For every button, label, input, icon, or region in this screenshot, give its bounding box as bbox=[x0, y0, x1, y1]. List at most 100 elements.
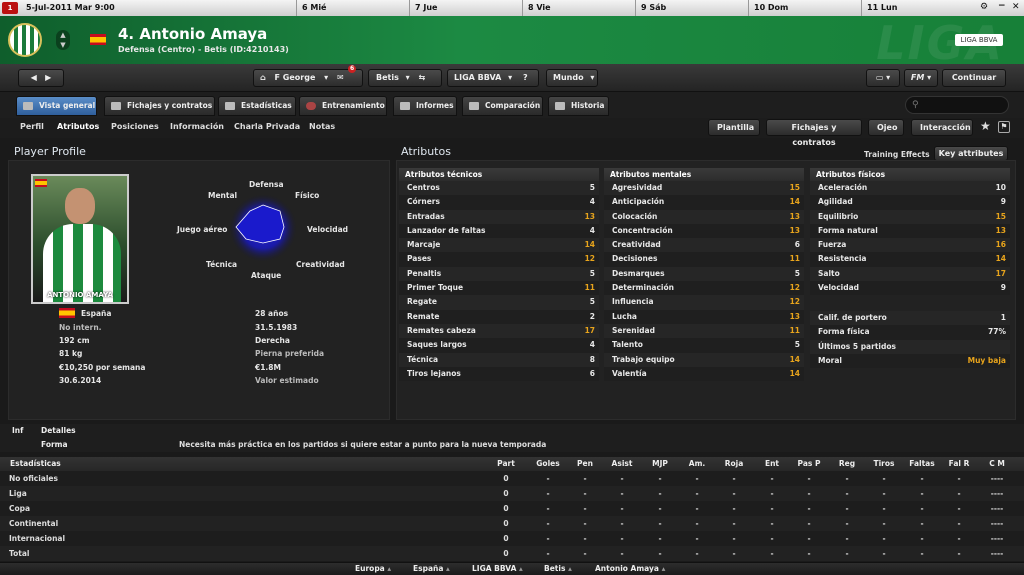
table-row[interactable]: Internacional 0- - - - - - - - - - - - ---- bbox=[0, 531, 1024, 546]
day-3[interactable]: 8 Vie bbox=[528, 3, 551, 12]
back-forward-buttons[interactable]: ◀ ▶ bbox=[18, 69, 64, 87]
breadcrumb-europe[interactable]: Europa ▴ bbox=[355, 564, 391, 573]
subtab-notes[interactable]: Notas bbox=[309, 122, 335, 131]
breadcrumb-spain[interactable]: España ▴ bbox=[413, 564, 450, 573]
attribute-row[interactable]: Centros 5 bbox=[399, 181, 599, 196]
stats-column-header[interactable]: Part bbox=[488, 459, 524, 468]
tab-overview[interactable]: Vista general bbox=[16, 96, 97, 116]
league-button[interactable]: LIGA BBVA ▾ ? bbox=[447, 69, 539, 87]
close-icon[interactable]: ✕ bbox=[1012, 2, 1020, 12]
fm-menu-button[interactable]: FM ▾ bbox=[904, 69, 938, 87]
manager-button[interactable]: ⌂ F George ▾ ✉ 6 bbox=[253, 65, 363, 87]
league-logo[interactable]: LIGA BBVA bbox=[955, 34, 1003, 46]
attribute-row[interactable]: Primer Toque 11 bbox=[399, 281, 599, 296]
attribute-row[interactable]: Lucha 13 bbox=[604, 309, 804, 324]
subtab-information[interactable]: Información bbox=[170, 122, 224, 131]
table-row[interactable]: Continental 0- - - - - - - - - - - - ---- bbox=[0, 516, 1024, 531]
continue-button[interactable]: Continuar bbox=[942, 69, 1006, 87]
table-row[interactable]: Copa 0- - - - - - - - - - - - ---- bbox=[0, 501, 1024, 516]
attribute-row[interactable]: Colocación 13 bbox=[604, 209, 804, 224]
attribute-row[interactable]: Penaltis 5 bbox=[399, 266, 599, 282]
attribute-row[interactable]: Talento 5 bbox=[604, 338, 804, 353]
attribute-row[interactable]: Concentración 13 bbox=[604, 223, 804, 239]
stats-column-header[interactable]: Pas P bbox=[791, 459, 827, 468]
squad-button[interactable]: Plantilla bbox=[708, 119, 760, 136]
scout-button[interactable]: Ojeo bbox=[868, 119, 904, 136]
attribute-row[interactable]: Trabajo equipo 14 bbox=[604, 352, 804, 367]
stats-column-header[interactable]: Pen bbox=[567, 459, 603, 468]
attribute-row[interactable]: Saques largos 4 bbox=[399, 338, 599, 353]
stats-column-header[interactable]: Fal R bbox=[941, 459, 977, 468]
attribute-row[interactable]: Velocidad 9 bbox=[810, 281, 1010, 296]
current-date[interactable]: 5-Jul-2011 Mar 9:00 bbox=[26, 3, 115, 12]
attribute-row[interactable]: Fuerza 16 bbox=[810, 238, 1010, 253]
attribute-row[interactable]: Forma física 77% bbox=[810, 325, 1010, 340]
subtab-attributes[interactable]: Atributos bbox=[57, 122, 99, 131]
attribute-row[interactable]: Desmarques 5 bbox=[604, 266, 804, 282]
breadcrumb-player[interactable]: Antonio Amaya ▴ bbox=[595, 564, 665, 573]
attribute-row[interactable]: Córners 4 bbox=[399, 195, 599, 210]
stats-column-header[interactable]: Tiros bbox=[866, 459, 902, 468]
attribute-row[interactable]: Equilibrio 15 bbox=[810, 209, 1010, 224]
attribute-row[interactable]: Influencia 12 bbox=[604, 295, 804, 310]
day-6[interactable]: 11 Lun bbox=[867, 3, 897, 12]
attribute-row[interactable]: Decisiones 11 bbox=[604, 252, 804, 267]
attribute-row[interactable]: Salto 17 bbox=[810, 266, 1010, 282]
star-icon[interactable]: ★ bbox=[980, 119, 991, 133]
transfers-button[interactable]: Fichajes y contratos bbox=[766, 119, 862, 147]
attribute-row[interactable]: Últimos 5 partidos bbox=[810, 339, 1010, 354]
attribute-row[interactable]: Lanzador de faltas 4 bbox=[399, 223, 599, 239]
attribute-row[interactable]: Valentía 14 bbox=[604, 366, 804, 382]
table-row[interactable]: Total 0- - - - - - - - - - - - ---- bbox=[0, 546, 1024, 561]
day-5[interactable]: 10 Dom bbox=[754, 3, 788, 12]
day-1[interactable]: 6 Mié bbox=[302, 3, 326, 12]
attribute-row[interactable]: Creatividad 6 bbox=[604, 238, 804, 253]
settings-icon[interactable]: ⚙ bbox=[980, 2, 988, 12]
tab-stats[interactable]: Estadísticas bbox=[218, 96, 296, 116]
attribute-row[interactable]: Resistencia 14 bbox=[810, 252, 1010, 267]
stats-column-header[interactable]: Roja bbox=[716, 459, 752, 468]
interaction-button[interactable]: Interacción bbox=[911, 119, 973, 136]
attribute-row[interactable]: Regate 5 bbox=[399, 295, 599, 310]
calendar-icon[interactable]: 1 bbox=[2, 2, 18, 14]
club-button[interactable]: Betis ▾ ⇆ bbox=[368, 69, 442, 87]
breadcrumb-club[interactable]: Betis ▴ bbox=[544, 564, 572, 573]
world-button[interactable]: Mundo ▾ bbox=[546, 69, 598, 87]
subtab-positions[interactable]: Posiciones bbox=[111, 122, 159, 131]
table-row[interactable]: No oficiales 0- - - - - - - - - - - - ---- bbox=[0, 471, 1024, 486]
club-crest-icon[interactable] bbox=[8, 23, 42, 57]
attribute-row[interactable]: Moral Muy baja bbox=[810, 353, 1010, 369]
minimize-icon[interactable]: − bbox=[998, 1, 1006, 11]
attribute-row[interactable]: Marcaje 14 bbox=[399, 238, 599, 253]
training-effects-label[interactable]: Training Effects bbox=[864, 150, 930, 159]
stats-column-header[interactable]: Am. bbox=[679, 459, 715, 468]
tab-training[interactable]: Entrenamiento bbox=[299, 96, 387, 116]
attribute-row[interactable]: Remates cabeza 17 bbox=[399, 323, 599, 339]
attribute-row[interactable]: Aceleración 10 bbox=[810, 181, 1010, 196]
tab-reports[interactable]: Informes bbox=[393, 96, 457, 116]
attribute-row[interactable]: Remate 2 bbox=[399, 309, 599, 324]
player-nav-arrows[interactable]: ▲ ▼ bbox=[56, 30, 70, 50]
screen-button[interactable]: ▭ ▾ bbox=[866, 69, 900, 87]
attribute-row[interactable]: Pases 12 bbox=[399, 252, 599, 267]
attribute-row[interactable]: Serenidad 11 bbox=[604, 323, 804, 339]
day-2[interactable]: 7 Jue bbox=[415, 3, 437, 12]
stats-column-header[interactable]: C M bbox=[979, 459, 1015, 468]
flag-icon[interactable]: ⚑ bbox=[998, 121, 1010, 133]
tab-history[interactable]: Historia bbox=[548, 96, 609, 116]
tab-transfers[interactable]: Fichajes y contratos bbox=[104, 96, 215, 116]
stats-column-header[interactable]: Asist bbox=[604, 459, 640, 468]
attribute-row[interactable]: Tiros lejanos 6 bbox=[399, 366, 599, 382]
tab-comparison[interactable]: Comparación bbox=[462, 96, 543, 116]
search-input[interactable]: ⚲ bbox=[905, 96, 1009, 114]
key-attributes-button[interactable]: Key attributes bbox=[934, 146, 1008, 161]
subtab-private-chat[interactable]: Charla Privada bbox=[234, 122, 300, 131]
stats-column-header[interactable]: Faltas bbox=[904, 459, 940, 468]
day-4[interactable]: 9 Sáb bbox=[641, 3, 666, 12]
attribute-row[interactable]: Anticipación 14 bbox=[604, 195, 804, 210]
stats-column-header[interactable]: Reg bbox=[829, 459, 865, 468]
stats-column-header[interactable]: Goles bbox=[530, 459, 566, 468]
stats-column-header[interactable]: MJP bbox=[642, 459, 678, 468]
attribute-row[interactable]: Técnica 8 bbox=[399, 352, 599, 367]
nationality[interactable]: España bbox=[81, 309, 111, 318]
